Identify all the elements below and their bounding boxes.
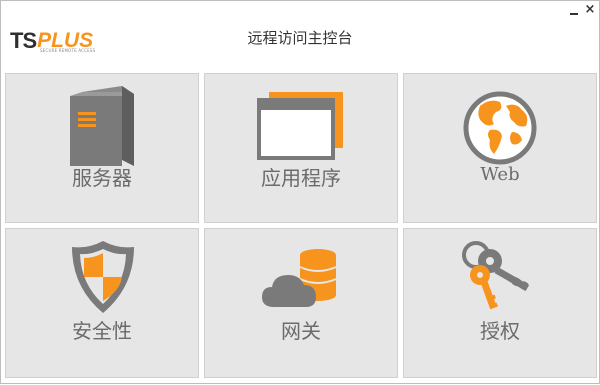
close-button[interactable]: × [583, 3, 597, 17]
tile-security[interactable]: 安全性 [5, 228, 199, 378]
tile-servers-label: 服务器 [72, 166, 132, 190]
tile-servers[interactable]: 服务器 [5, 73, 199, 223]
tile-web[interactable]: Web [403, 73, 597, 223]
keys-icon [462, 241, 530, 310]
minimize-icon [570, 13, 578, 15]
tile-gateway-label: 网关 [281, 319, 321, 343]
shield-icon [72, 241, 134, 313]
main-window: TS PLUS SECURE REMOTE ACCESS 远程访问主控台 × 服… [0, 0, 600, 384]
tile-security-label: 安全性 [72, 319, 132, 343]
tile-licensing[interactable]: 授权 [403, 228, 597, 378]
minimize-button[interactable] [567, 3, 581, 17]
tile-grid: 服务器 应用程序 Web 安全性 网关 授权 [1, 71, 600, 385]
tile-applications-label: 应用程序 [261, 166, 341, 190]
application-window-icon [257, 92, 343, 160]
tile-licensing-label: 授权 [480, 319, 520, 343]
window-title: 远程访问主控台 [247, 29, 353, 47]
tile-web-label: Web [480, 164, 520, 185]
cloud-database-icon [262, 249, 337, 307]
title-bar: TS PLUS SECURE REMOTE ACCESS 远程访问主控台 × [1, 1, 599, 71]
tile-applications[interactable]: 应用程序 [204, 73, 398, 223]
server-icon [70, 86, 134, 166]
tile-gateway[interactable]: 网关 [204, 228, 398, 378]
logo-tagline: SECURE REMOTE ACCESS [40, 48, 96, 53]
globe-icon [463, 91, 537, 165]
